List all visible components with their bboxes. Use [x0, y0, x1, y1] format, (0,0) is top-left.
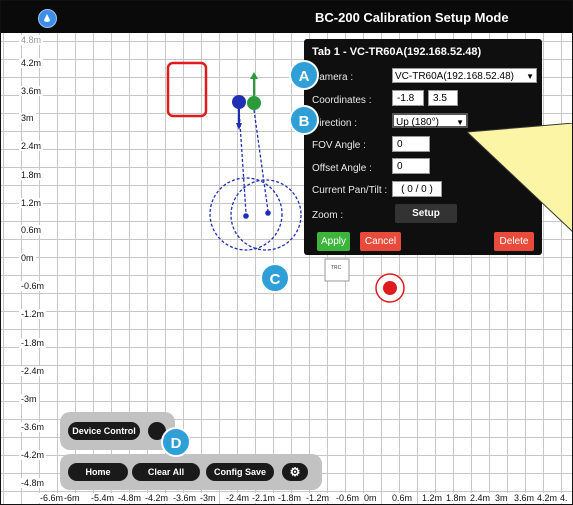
path-point[interactable]: [265, 210, 271, 216]
device-control-button[interactable]: Device Control: [68, 422, 140, 440]
zoom-setup-button[interactable]: Setup: [395, 204, 457, 223]
coordinates-label: Coordinates :: [312, 95, 372, 106]
config-save-button[interactable]: Config Save: [206, 463, 274, 481]
main-toolbar: Home Clear All Config Save ⚙: [60, 454, 322, 490]
chevron-down-icon: ▼: [456, 118, 464, 127]
marker-d: D: [161, 427, 191, 457]
camera-select-value: VC-TR60A(192.168.52.48): [395, 71, 514, 82]
coord-y-input[interactable]: 3.5: [428, 90, 458, 106]
chevron-down-icon: ▼: [526, 72, 534, 81]
direction-select-value: Up (180°): [396, 117, 439, 128]
cancel-button[interactable]: Cancel: [360, 232, 401, 251]
fov-angle-label: FOV Angle :: [312, 140, 366, 151]
marker-c: C: [260, 263, 290, 293]
home-button[interactable]: Home: [68, 463, 128, 481]
pan-tilt-label: Current Pan/Tilt :: [312, 185, 388, 196]
callout-outline: [467, 123, 572, 232]
device-control-toolbar: Device Control: [60, 412, 175, 450]
marker-a: A: [289, 60, 319, 90]
zoom-label: Zoom :: [312, 210, 344, 221]
camera-icon[interactable]: [232, 72, 261, 130]
pan-tilt-value: ( 0 / 0 ): [392, 181, 442, 197]
clear-all-button[interactable]: Clear All: [132, 463, 200, 481]
delete-button[interactable]: Delete: [494, 232, 534, 251]
camera-select[interactable]: VC-TR60A(192.168.52.48) ▼: [392, 68, 537, 83]
gear-icon[interactable]: ⚙: [282, 463, 308, 481]
apply-button[interactable]: Apply: [317, 232, 350, 251]
direction-select[interactable]: Up (180°) ▼: [392, 113, 468, 128]
offset-angle-input[interactable]: 0: [392, 158, 430, 174]
calibration-canvas[interactable]: BC-200 Calibration Setup Mode 4.8m 4.2m …: [0, 0, 573, 505]
device-tag: TRC: [331, 265, 342, 271]
zone-rectangle[interactable]: [166, 61, 208, 118]
offset-angle-label: Offset Angle :: [312, 163, 372, 174]
camera-fov-path: [209, 108, 302, 251]
path-point[interactable]: [243, 213, 249, 219]
panel-title: Tab 1 - VC-TR60A(192.168.52.48): [312, 46, 482, 58]
marker-b: B: [289, 105, 319, 135]
fov-angle-input[interactable]: 0: [392, 136, 430, 152]
coord-x-input[interactable]: -1.8: [392, 90, 424, 106]
target-icon[interactable]: [375, 273, 405, 303]
